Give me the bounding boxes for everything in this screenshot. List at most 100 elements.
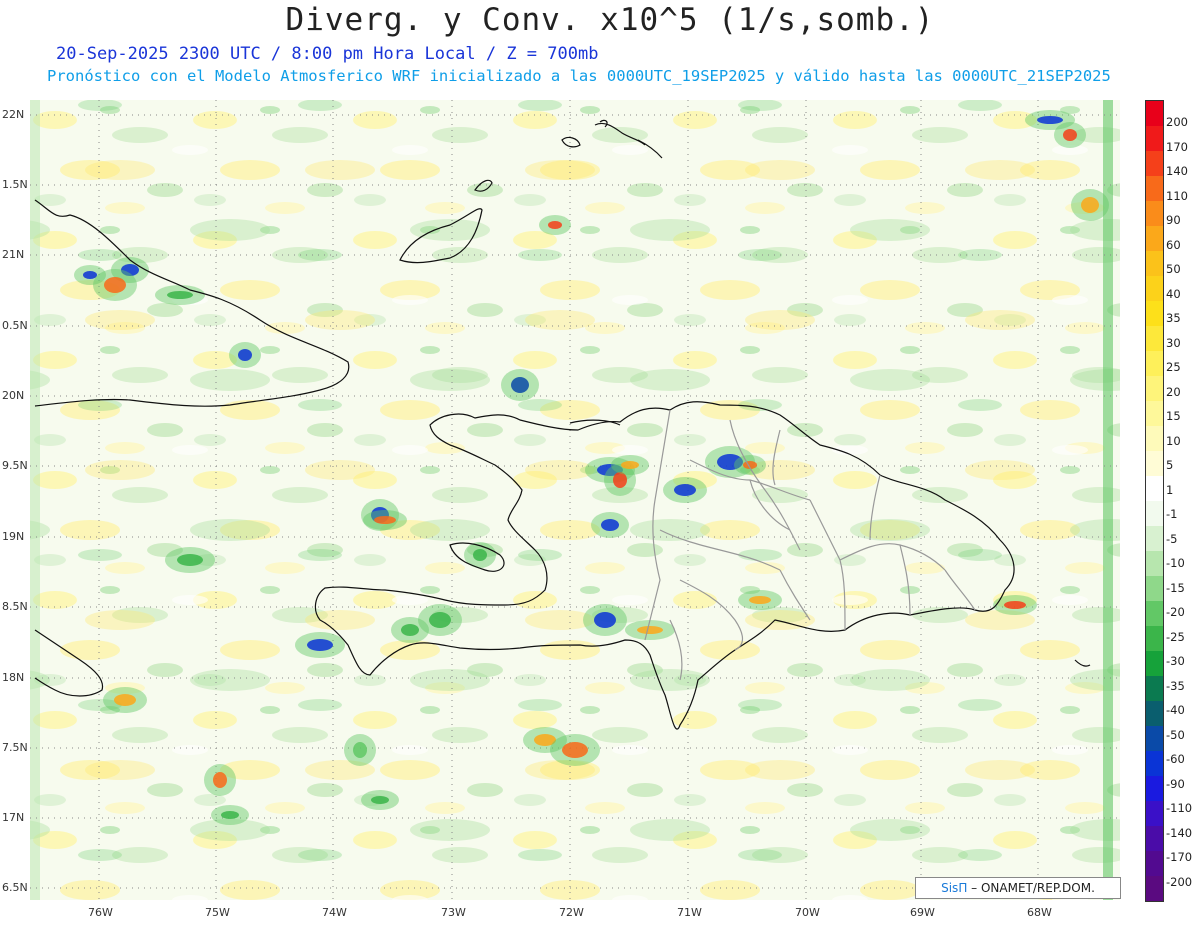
- colorbar-level-label: -1: [1166, 507, 1178, 521]
- model-info-line: Pronóstico con el Modelo Atmosferico WRF…: [47, 67, 1111, 85]
- colorbar-level-label: -90: [1166, 776, 1185, 791]
- lon-tick-label: 68W: [1027, 906, 1052, 919]
- colorbar-cell: [1146, 576, 1163, 601]
- colorbar-cell: [1146, 751, 1163, 776]
- field-blob: [307, 639, 333, 651]
- field-blob: [548, 221, 562, 229]
- colorbar-cell: [1146, 351, 1163, 376]
- field-blob: [674, 484, 696, 496]
- colorbar-cell: [1146, 326, 1163, 351]
- colorbar-cell: [1146, 501, 1163, 526]
- map-panel: [30, 100, 1120, 900]
- colorbar-cell: [1146, 801, 1163, 826]
- lat-tick-label: 21N: [2, 248, 25, 261]
- field-blob: [1004, 601, 1026, 609]
- colorbar-level-label: 60: [1166, 237, 1181, 252]
- colorbar-level-label: -50: [1166, 727, 1185, 742]
- lon-tick-label: 75W: [205, 906, 230, 919]
- colorbar-legend: [1145, 100, 1164, 902]
- colorbar-level-label: -20: [1166, 605, 1185, 619]
- colorbar-cell: [1146, 601, 1163, 626]
- field-blob: [114, 694, 136, 706]
- colorbar-cell: [1146, 301, 1163, 326]
- lat-tick-label: 19N: [2, 530, 25, 543]
- credit-text: – ONAMET/REP.DOM.: [971, 881, 1095, 895]
- field-blob: [177, 554, 203, 566]
- colorbar-level-label: -30: [1166, 654, 1185, 668]
- lon-tick-label: 73W: [441, 906, 466, 919]
- colorbar-level-label: -170: [1166, 850, 1193, 864]
- lat-tick-label: 17N: [2, 811, 25, 824]
- lat-tick-label: 9.5N: [2, 459, 28, 472]
- colorbar-cell: [1146, 251, 1163, 276]
- lat-tick-label: 22N: [2, 108, 25, 121]
- colorbar-cell: [1146, 551, 1163, 576]
- field-blob: [374, 516, 396, 524]
- field-blob: [221, 811, 239, 819]
- lat-tick-label: 8.5N: [2, 600, 28, 613]
- colorbar-level-label: -25: [1166, 629, 1185, 644]
- colorbar-level-label: 20: [1166, 384, 1181, 399]
- field-blob: [1081, 197, 1099, 213]
- colorbar-cell: [1146, 101, 1163, 126]
- colorbar-level-label: 140: [1166, 164, 1188, 178]
- colorbar-cell: [1146, 701, 1163, 726]
- field-blob: [353, 742, 367, 758]
- colorbar-level-label: -40: [1166, 703, 1185, 717]
- lat-tick-label: 0.5N: [2, 319, 28, 332]
- colorbar-level-label: -15: [1166, 580, 1185, 595]
- colorbar-level-label: -35: [1166, 678, 1185, 693]
- colorbar-cell: [1146, 651, 1163, 676]
- colorbar-cell: [1146, 226, 1163, 251]
- colorbar-cell: [1146, 826, 1163, 851]
- field-blob: [473, 549, 487, 561]
- lon-tick-label: 69W: [910, 906, 935, 919]
- field-blob: [83, 271, 97, 279]
- colorbar-level-label: 35: [1166, 311, 1181, 325]
- colorbar-level-label: -10: [1166, 556, 1185, 570]
- lon-tick-label: 76W: [88, 906, 113, 919]
- field-blob: [601, 519, 619, 531]
- field-blob: [562, 742, 588, 758]
- lat-tick-label: 1.5N: [2, 178, 28, 191]
- colorbar-cell: [1146, 726, 1163, 751]
- colorbar-cell: [1146, 151, 1163, 176]
- colorbar-cell: [1146, 851, 1163, 876]
- colorbar-cell: [1146, 476, 1163, 501]
- colorbar-cell: [1146, 376, 1163, 401]
- colorbar-cell: [1146, 626, 1163, 651]
- colorbar-level-label: 170: [1166, 139, 1188, 154]
- field-blob: [401, 624, 419, 636]
- lat-tick-label: 18N: [2, 671, 25, 684]
- colorbar-level-label: 110: [1166, 188, 1188, 203]
- colorbar-cell: [1146, 201, 1163, 226]
- colorbar-level-label: 5: [1166, 458, 1174, 472]
- chart-title: Diverg. y Conv. x10^5 (1/s,somb.): [285, 2, 935, 38]
- colorbar-level-label: 10: [1166, 433, 1181, 448]
- lat-tick-label: 7.5N: [2, 741, 28, 754]
- map-canvas: [30, 100, 1120, 900]
- colorbar-level-label: 25: [1166, 360, 1181, 374]
- credit-box: SisΠ – ONAMET/REP.DOM.: [915, 877, 1121, 899]
- colorbar-level-label: 30: [1166, 335, 1181, 350]
- lat-tick-label: 6.5N: [2, 881, 28, 894]
- field-blob: [637, 626, 663, 634]
- colorbar-level-label: 1: [1166, 482, 1174, 497]
- lon-tick-label: 71W: [677, 906, 702, 919]
- colorbar-level-label: 40: [1166, 286, 1181, 301]
- field-blob: [371, 796, 389, 804]
- colorbar-cell: [1146, 876, 1163, 901]
- field-blob: [621, 461, 639, 469]
- field-blob: [594, 612, 616, 628]
- colorbar-cell: [1146, 776, 1163, 801]
- colorbar-level-label: -5: [1166, 531, 1178, 546]
- lon-tick-label: 72W: [559, 906, 584, 919]
- field-blob: [1037, 116, 1063, 124]
- colorbar-cell: [1146, 126, 1163, 151]
- colorbar-level-label: -200: [1166, 874, 1193, 889]
- field-blob: [749, 596, 771, 604]
- field-blob: [167, 291, 193, 299]
- colorbar-cell: [1146, 401, 1163, 426]
- colorbar-level-label: -60: [1166, 752, 1185, 766]
- colorbar-level-label: 90: [1166, 213, 1181, 227]
